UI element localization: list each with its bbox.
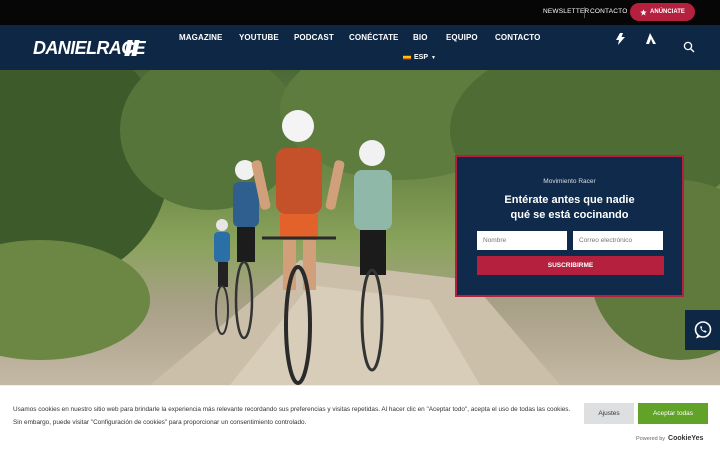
top-divider bbox=[584, 7, 585, 18]
logo-mark bbox=[124, 40, 142, 56]
newsletter-title-line1: Entérate antes que nadie bbox=[504, 194, 635, 206]
strava-icon[interactable] bbox=[615, 33, 627, 45]
newsletter-link[interactable]: NEWSLETTER bbox=[543, 8, 589, 15]
cookie-settings-button[interactable]: Ajustes bbox=[584, 403, 634, 424]
search-icon[interactable] bbox=[683, 41, 695, 53]
nav-item-bio[interactable]: BIO bbox=[413, 33, 428, 42]
nav-item-youtube[interactable]: YOUTUBE bbox=[239, 33, 279, 42]
language-selector[interactable]: ESP ▼ bbox=[403, 54, 436, 61]
nav-item-equipo[interactable]: EQUIPO bbox=[446, 33, 478, 42]
nav-item-contacto[interactable]: CONTACTO bbox=[495, 33, 540, 42]
main-nav: DANIELRACE MAGAZINE YOUTUBE PODCAST CONÉ… bbox=[0, 25, 720, 70]
whatsapp-button[interactable] bbox=[685, 310, 720, 350]
powered-prefix: Powered by bbox=[636, 436, 666, 442]
newsletter-card: Movimiento Racer Entérate antes que nadi… bbox=[455, 155, 684, 297]
language-label: ESP bbox=[414, 54, 429, 61]
spain-flag-icon bbox=[403, 55, 411, 60]
announce-label: ANÚNCIATE bbox=[650, 9, 685, 15]
cookie-message: Usamos cookies en nuestro sitio web para… bbox=[13, 406, 571, 426]
name-input[interactable] bbox=[477, 231, 567, 250]
chevron-down-icon: ▼ bbox=[431, 54, 436, 61]
activity-icon[interactable] bbox=[645, 33, 657, 45]
email-input[interactable] bbox=[573, 231, 663, 250]
cookieyes-logo[interactable]: CookieYes bbox=[668, 435, 703, 442]
newsletter-title: Entérate antes que nadie qué se está coc… bbox=[457, 193, 682, 223]
cookie-banner: Usamos cookies en nuestro sitio web para… bbox=[0, 385, 720, 450]
whatsapp-icon bbox=[694, 321, 711, 339]
announce-button[interactable]: ANÚNCIATE bbox=[630, 3, 695, 21]
newsletter-kicker: Movimiento Racer bbox=[543, 178, 596, 185]
nav-item-magazine[interactable]: MAGAZINE bbox=[179, 33, 222, 42]
powered-by: Powered by CookieYes bbox=[636, 435, 703, 442]
nav-item-conectate[interactable]: CONÉCTATE bbox=[349, 33, 399, 42]
contact-link[interactable]: CONTACTO bbox=[590, 8, 627, 15]
star-icon bbox=[640, 8, 647, 15]
newsletter-title-line2: qué se está cocinando bbox=[510, 209, 629, 221]
nav-item-podcast[interactable]: PODCAST bbox=[294, 33, 334, 42]
top-bar: NEWSLETTER CONTACTO ANÚNCIATE bbox=[0, 0, 720, 25]
subscribe-button[interactable]: SUSCRIBIRME bbox=[477, 256, 664, 275]
accept-all-button[interactable]: Aceptar todas bbox=[638, 403, 708, 424]
